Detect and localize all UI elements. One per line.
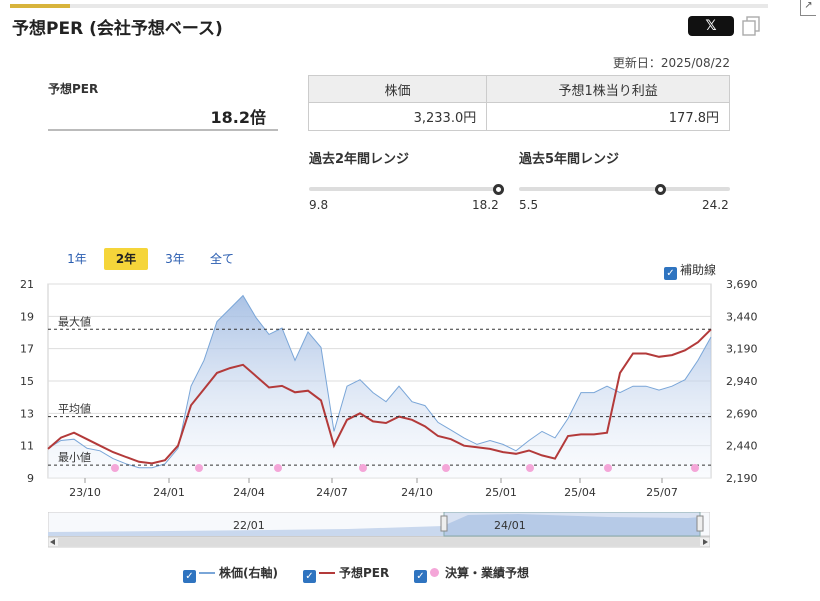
tab-3y[interactable]: 3年 <box>158 248 192 270</box>
per-label: 予想PER <box>48 82 99 96</box>
tab-2y[interactable]: 2年 <box>104 248 148 270</box>
earnings-marker <box>274 464 282 472</box>
earnings-marker <box>195 464 203 472</box>
earnings-marker <box>526 464 534 472</box>
legend-price-checkbox[interactable]: ✓ <box>183 570 196 583</box>
external-link-icon[interactable]: ↗ <box>800 0 816 16</box>
navigator-scroll-thumb[interactable] <box>58 538 700 546</box>
legend-per[interactable]: ✓ 予想PER <box>303 564 389 583</box>
y-left-tick: 19 <box>20 310 34 323</box>
header-divider <box>10 4 768 8</box>
navigator-right-handle[interactable] <box>696 515 704 532</box>
navigator-left-handle[interactable] <box>440 515 448 532</box>
range-5y-knob <box>655 184 667 195</box>
per-underline <box>48 129 278 131</box>
navigator-tick: 22/01 <box>233 519 265 532</box>
y-left-tick: 13 <box>20 407 34 420</box>
page-title: 予想PER (会社予想ベース) <box>12 19 223 39</box>
eps-value: 177.8円 <box>486 102 730 131</box>
range-2y-max: 18.2 <box>472 198 499 212</box>
legend-price[interactable]: ✓ 株価(右軸) <box>183 564 278 583</box>
legend-price-label: 株価(右軸) <box>219 566 278 580</box>
y-right-tick: 3,690 <box>726 278 758 291</box>
eps-header: 予想1株当り利益 <box>486 75 730 103</box>
x-tick: 25/04 <box>564 486 596 499</box>
range-2y-knob <box>493 184 504 195</box>
reference-label: 平均値 <box>58 403 91 416</box>
y-right-tick: 2,190 <box>726 472 758 485</box>
range-5y-max: 24.2 <box>702 198 729 212</box>
y-right-tick: 2,690 <box>726 407 758 420</box>
tab-1y[interactable]: 1年 <box>60 248 94 270</box>
earnings-marker <box>111 464 119 472</box>
x-tick: 23/10 <box>69 486 101 499</box>
tab-all[interactable]: 全て <box>202 248 242 270</box>
y-left-tick: 17 <box>20 343 34 356</box>
price-eps-table: 株価 予想1株当り利益 3,233.0円 177.8円 <box>307 75 730 131</box>
legend-per-checkbox[interactable]: ✓ <box>303 570 316 583</box>
y-left-tick: 11 <box>20 440 34 453</box>
range-2y-track <box>309 187 499 191</box>
range-2y-label: 過去2年間レンジ <box>309 152 410 167</box>
header-accent <box>10 4 70 8</box>
navigator-tick: 24/01 <box>494 519 526 532</box>
y-right-tick: 3,440 <box>726 310 758 323</box>
earnings-marker <box>442 464 450 472</box>
x-share-button[interactable]: 𝕏 <box>688 16 734 36</box>
reference-label: 最小値 <box>58 451 91 464</box>
y-right-tick: 2,940 <box>726 375 758 388</box>
earnings-marker <box>691 464 699 472</box>
earnings-marker <box>359 464 367 472</box>
y-right-tick: 3,190 <box>726 343 758 356</box>
y-left-tick: 9 <box>27 472 34 485</box>
x-tick: 25/01 <box>485 486 517 499</box>
per-chart: 最大値平均値最小値 21 19 17 15 13 11 9 3,690 3,440 3,190 2,… <box>20 278 758 499</box>
legend-per-label: 予想PER <box>339 566 390 580</box>
x-tick: 24/01 <box>153 486 185 499</box>
x-tick: 24/10 <box>401 486 433 499</box>
x-tick: 24/04 <box>233 486 265 499</box>
legend-earnings-checkbox[interactable]: ✓ <box>414 570 427 583</box>
legend-earnings[interactable]: ✓ 決算・業績予想 <box>414 564 529 583</box>
y-left-tick: 21 <box>20 278 34 291</box>
x-tick: 25/07 <box>646 486 678 499</box>
copy-icon[interactable] <box>742 16 760 36</box>
legend-per-swatch <box>319 572 335 574</box>
legend-earnings-swatch <box>430 568 439 577</box>
stock-price-header: 株価 <box>307 75 488 103</box>
reference-label: 最大値 <box>58 314 91 328</box>
range-5y-label: 過去5年間レンジ <box>519 152 620 167</box>
range-5y-min: 5.5 <box>519 198 539 212</box>
updated-date: 更新日：2025/08/22 <box>612 56 730 70</box>
stock-price-value: 3,233.0円 <box>307 102 488 131</box>
y-left-tick: 15 <box>20 375 34 388</box>
legend-earnings-label: 決算・業績予想 <box>445 566 530 580</box>
x-tick: 24/07 <box>316 486 348 499</box>
legend-price-swatch <box>199 572 215 574</box>
range-navigator[interactable]: 22/01 24/01 <box>48 512 710 548</box>
per-value: 18.2倍 <box>210 108 266 127</box>
range-2y-min: 9.8 <box>309 198 329 212</box>
earnings-marker <box>604 464 612 472</box>
y-right-tick: 2,440 <box>726 440 758 453</box>
navigator-selection[interactable] <box>443 512 701 537</box>
range-5y-track <box>519 187 730 191</box>
